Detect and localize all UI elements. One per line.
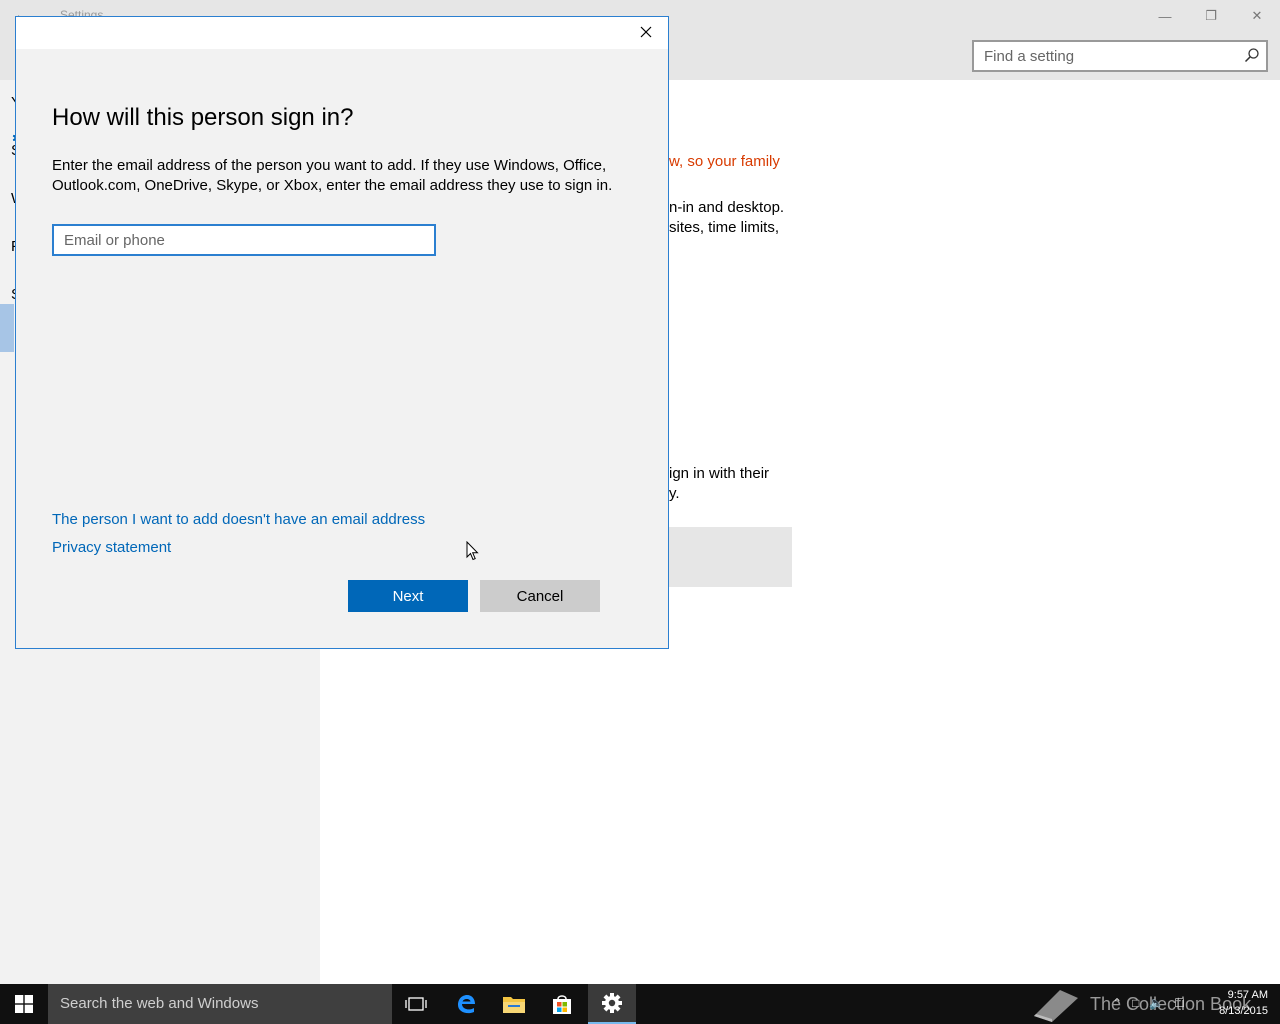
store-icon[interactable] [538, 984, 586, 1024]
file-explorer-icon[interactable] [490, 984, 538, 1024]
find-setting-search[interactable] [972, 40, 1268, 72]
add-someone-tile[interactable] [669, 527, 792, 587]
taskbar: Search the web and Windows The Collectio… [0, 984, 1280, 1024]
find-setting-input[interactable] [974, 42, 1224, 70]
other-users-line-1: ign in with their [669, 465, 770, 482]
start-button[interactable] [0, 984, 48, 1024]
other-users-line-2: y. [669, 485, 680, 502]
email-or-phone-input[interactable] [52, 224, 436, 256]
dialog-description: Enter the email address of the person yo… [52, 157, 613, 194]
clock-date: 8/13/2015 [1219, 1005, 1268, 1017]
taskbar-search-text: Search the web and Windows [60, 995, 259, 1012]
task-view-icon[interactable] [392, 984, 440, 1024]
window-controls: — ❐ ✕ [1142, 0, 1280, 32]
sidebar-active-indicator [0, 304, 14, 352]
no-email-address-link[interactable]: The person I want to add doesn't have an… [52, 511, 425, 528]
family-link-text[interactable]: w, so your family [669, 152, 780, 172]
clock-time: 9:57 AM [1227, 989, 1268, 1001]
search-icon[interactable] [1244, 47, 1260, 63]
family-description-line-2: sites, time limits, [669, 219, 780, 236]
restore-icon[interactable]: ❐ [1188, 0, 1234, 32]
show-hidden-icons-icon[interactable]: ⌃ [1112, 996, 1122, 1010]
system-tray: ⌃ □ 🔈 ☐ [1112, 996, 1185, 1010]
volume-icon[interactable]: 🔈 [1149, 996, 1164, 1010]
close-icon[interactable] [638, 24, 654, 40]
add-person-dialog: How will this person sign in? Enter the … [15, 16, 669, 649]
book-logo-icon [1034, 990, 1078, 1022]
mouse-pointer-icon [466, 541, 479, 561]
network-icon[interactable]: □ [1132, 996, 1139, 1010]
settings-gear-icon[interactable] [588, 984, 636, 1024]
edge-browser-icon[interactable] [442, 984, 490, 1024]
next-button[interactable]: Next [348, 580, 468, 612]
close-window-icon[interactable]: ✕ [1234, 0, 1280, 32]
minimize-icon[interactable]: — [1142, 0, 1188, 32]
dialog-heading: How will this person sign in? [52, 104, 354, 131]
windows-logo-icon [15, 995, 33, 1013]
taskbar-clock[interactable]: 9:57 AM 8/13/2015 [1219, 987, 1268, 1019]
family-description-line-1: n-in and desktop. [669, 199, 785, 216]
privacy-statement-link[interactable]: Privacy statement [52, 539, 171, 556]
taskbar-search-box[interactable]: Search the web and Windows [48, 984, 392, 1024]
dialog-title-bar [16, 17, 668, 49]
action-center-icon[interactable]: ☐ [1174, 996, 1185, 1010]
cancel-button[interactable]: Cancel [480, 580, 600, 612]
